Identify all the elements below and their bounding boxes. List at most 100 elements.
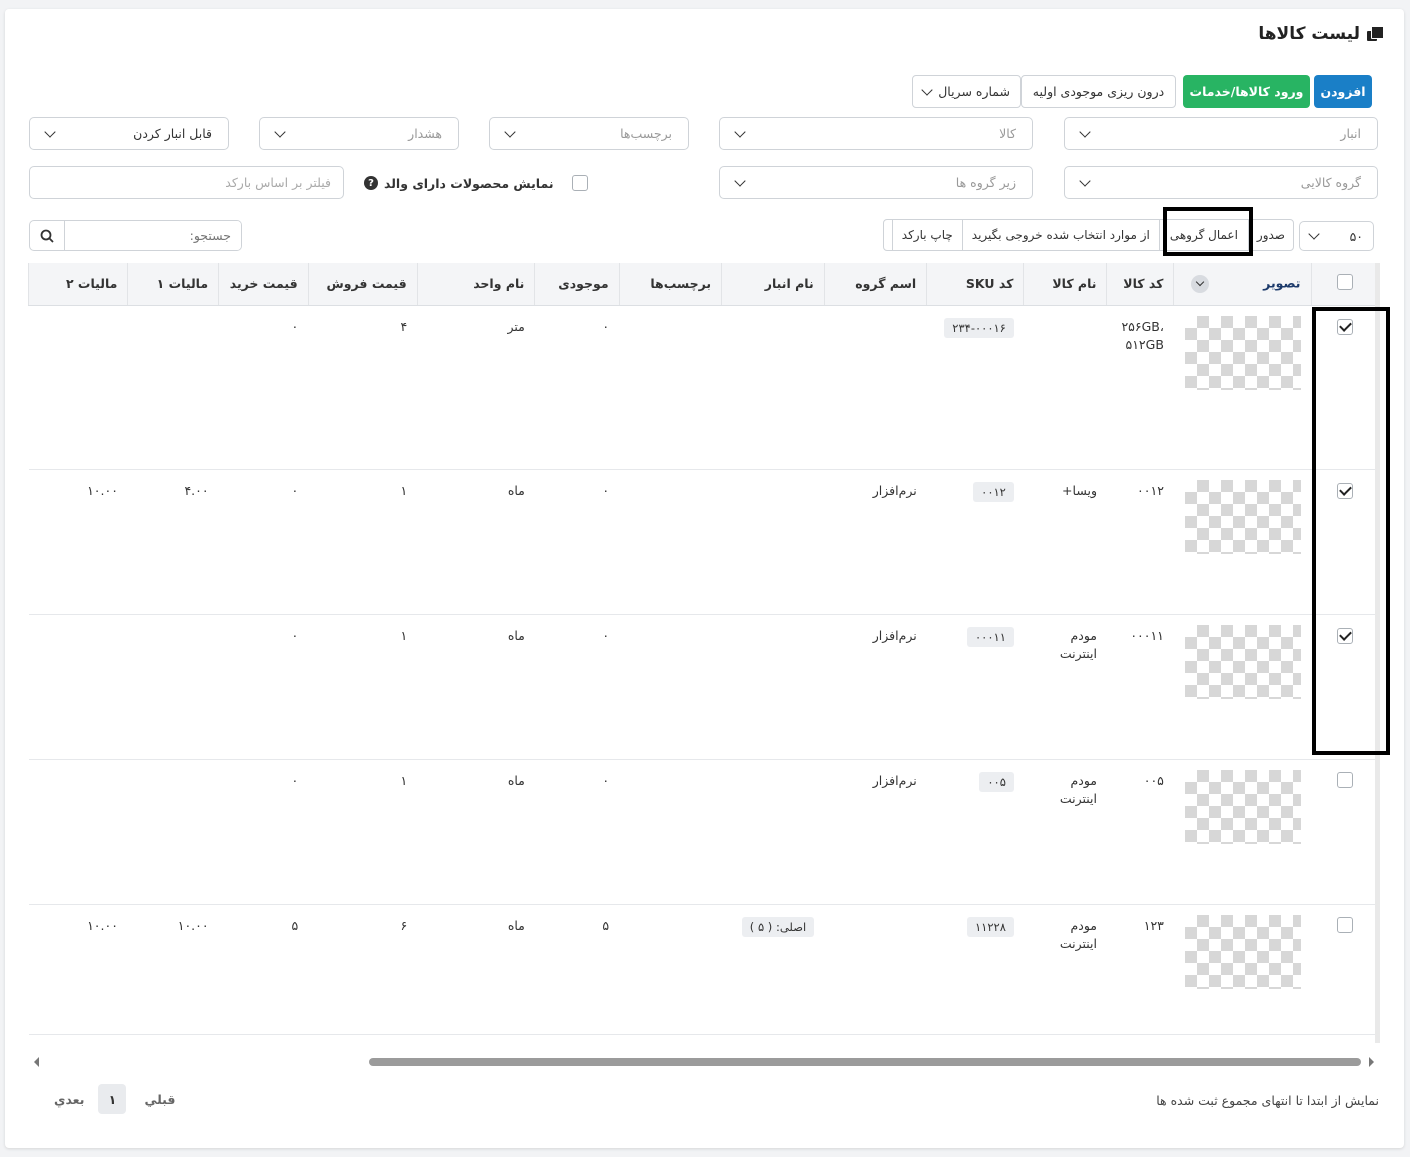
chevron-down-icon [734,174,746,187]
help-icon[interactable]: ? [364,176,378,190]
warehouse-filter-placeholder: انبار [1340,126,1361,141]
header-stock[interactable]: موجودی [534,263,620,306]
cell-name: مودم اینترنت [1023,614,1107,760]
header-name[interactable]: نام کالا [1023,263,1107,306]
page-size-select[interactable]: ۵۰ [1299,221,1374,251]
serial-number-dropdown[interactable]: شماره سریال [912,75,1021,108]
refresh-button[interactable]: ⟳ [884,220,892,250]
row-checkbox[interactable] [1337,916,1353,933]
search-box [29,220,242,251]
print-barcode-button[interactable]: چاپ بارکد [891,220,962,250]
import-products-button[interactable]: ورود کالاها/خدمات [1183,75,1310,108]
cell-tax2 [28,614,128,760]
header-tax1[interactable]: مالیات ۱ [127,263,219,306]
table-row[interactable]: ۰۰۵ مودم اینترنت ۰۰۵ نرم‌افزار ۰ ماه ۱ ۰ [28,759,1379,905]
table-row[interactable]: ۲۵۶GB، ۵۱۲GB ۲۳۴-۰۰۰۱۶ ۰ متر ۴ ۰ [28,305,1379,470]
header-tags[interactable]: برچسب‌ها [618,263,722,306]
sku-chip: ۰۰۰۱۱ [966,626,1014,647]
cell-sku: ۱۱۲۲۸ [926,904,1024,1035]
table-row[interactable]: ۰۰۱۲ ویسا+ ۰۰۱۲ نرم‌افزار ۰ ماه ۱ ۰ ۴.۰۰… [28,469,1379,615]
cell-sale-price: ۶ [308,904,418,1035]
product-thumbnail [1185,769,1301,844]
header-sale-price[interactable]: قیمت فروش [307,263,418,306]
cell-warehouse [721,305,825,470]
pagination: بعدي ۱ قبلي [54,1084,175,1114]
table-row[interactable]: ۱۲۳ مودم اینترنت ۱۱۲۲۸ اصلی: ( ۵ ) ۵ ماه… [28,904,1379,1035]
prev-page-button[interactable]: قبلي [144,1092,175,1107]
header-group[interactable]: اسم گروه [823,263,927,306]
header-warehouse[interactable]: نام انبار [721,263,825,306]
cell-tags [619,614,722,760]
storable-filter-value: قابل انبار کردن [133,126,212,141]
cell-warehouse: اصلی: ( ۵ ) [721,904,825,1035]
cell-stock: ۰ [534,305,620,470]
table-row[interactable]: ۰۰۰۱۱ مودم اینترنت ۰۰۰۱۱ نرم‌افزار ۰ ماه… [28,614,1379,760]
scrollbar-thumb[interactable] [369,1058,1361,1066]
show-parent-option: نمایش محصولات دارای والد ? [364,175,588,191]
product-filter[interactable]: کالا [719,117,1033,150]
header-buy-price[interactable]: قیمت خرید [218,263,309,306]
copy-icon [1366,26,1384,42]
chevron-down-icon [274,125,286,138]
storable-filter[interactable]: قابل انبار کردن [29,117,229,150]
warehouse-filter[interactable]: انبار [1064,117,1378,150]
export-selected-button[interactable]: از موارد انتخاب شده خروجی بگیرید [961,220,1159,250]
add-button[interactable]: افزودن [1314,75,1372,108]
show-parent-checkbox[interactable] [571,175,588,191]
cell-buy-price: ۰ [218,614,309,760]
cell-stock: ۰ [534,614,620,760]
warning-filter[interactable]: هشدار [259,117,459,150]
search-input[interactable] [65,221,241,250]
cell-code: ۱۲۳ [1106,904,1174,1035]
row-checkbox[interactable] [1337,627,1353,644]
cell-tax2 [28,305,128,470]
vertical-scrollbar[interactable] [1375,263,1380,1043]
serial-number-label: شماره سریال [938,84,1010,99]
bulk-action-button[interactable]: اعمال گروهی [1158,220,1248,250]
cell-buy-price: ۵ [218,904,309,1035]
barcode-filter-input[interactable] [29,166,344,199]
chevron-down-icon [1079,125,1091,138]
cell-group [824,904,927,1035]
chevron-down-icon [1308,228,1320,240]
header-unit[interactable]: نام واحد [416,263,535,306]
product-thumbnail [1185,914,1301,989]
product-group-filter[interactable]: گروه کالایی [1064,166,1378,199]
cell-sku: ۰۰۵ [926,759,1024,905]
next-page-button[interactable]: بعدي [54,1092,84,1107]
sku-chip: ۱۱۲۲۸ [966,916,1014,937]
sku-chip: ۰۰۱۲ [973,481,1014,502]
actions-button-group: صدور اعمال گروهی از موارد انتخاب شده خرو… [883,219,1294,251]
select-all-checkbox[interactable] [1337,274,1354,291]
cell-tax2 [28,759,128,905]
horizontal-scrollbar[interactable] [31,1055,1379,1069]
subgroups-filter-placeholder: زیر گروه ها [955,175,1016,190]
select-all-header [1310,263,1379,306]
header-tax2[interactable]: مالیات ۲ [27,263,128,306]
export-button[interactable]: صدور [1247,220,1293,250]
page-1-button[interactable]: ۱ [98,1084,127,1114]
row-checkbox[interactable] [1337,318,1353,335]
header-code[interactable]: کد کالا [1106,263,1174,306]
table-info-text: نمایش از ابتدا تا انتهای مجموع ثبت شده ه… [1156,1093,1379,1108]
initial-stock-import-button[interactable]: درون ریزی موجودی اولیه [1021,75,1176,108]
warehouse-chip: اصلی: ( ۵ ) [741,916,815,937]
page-title-text: لیست کالاها [1258,24,1360,44]
row-checkbox[interactable] [1337,482,1353,499]
cell-unit: ماه [417,904,535,1035]
cell-stock: ۵ [534,904,620,1035]
tags-filter[interactable]: برچسب‌ها [489,117,689,150]
cell-sale-price: ۱ [308,614,418,760]
search-button[interactable] [30,221,65,250]
row-checkbox[interactable] [1337,771,1353,788]
scroll-left-icon[interactable] [34,1057,39,1067]
cell-group: نرم‌افزار [824,759,927,905]
header-sku[interactable]: کد SKU [926,263,1024,306]
chevron-down-icon[interactable] [1190,274,1209,293]
cell-unit: ماه [417,759,535,905]
subgroups-filter[interactable]: زیر گروه ها [719,166,1033,199]
cell-sale-price: ۴ [308,305,418,470]
scroll-right-icon[interactable] [1369,1057,1374,1067]
search-icon [40,229,54,243]
header-image[interactable]: تصویر [1173,263,1311,306]
